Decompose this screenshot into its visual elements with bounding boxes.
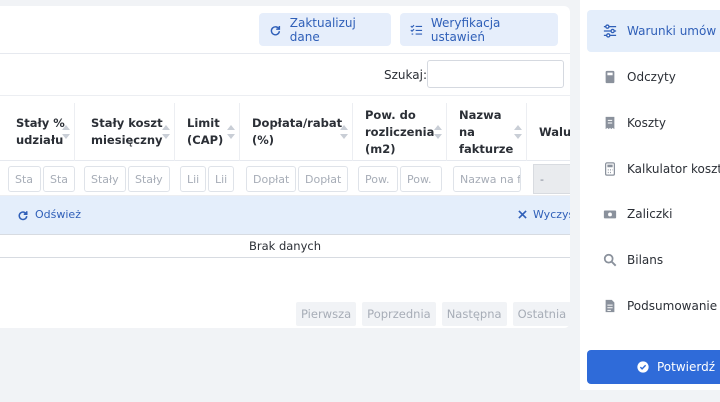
main-card: Zaktualizuj dane Weryfikacja ustawień Sz… [0, 6, 570, 328]
search-label: Szukaj: [384, 68, 427, 82]
filter-input[interactable]: Pow. [358, 166, 398, 192]
sidebar-item-readings[interactable]: Odczyty [587, 56, 720, 98]
sidebar: Warunki umów Odczyty Koszty Kalkulator k… [580, 0, 720, 390]
sidebar-item-label: Podsumowanie [627, 299, 718, 313]
filter-input[interactable]: Stały [128, 166, 170, 192]
filter-input[interactable]: Nazwa na f [453, 166, 521, 192]
sort-icon [62, 125, 70, 139]
sidebar-item-label: Bilans [627, 253, 664, 267]
column-header-fixed-share[interactable]: Stały % udziału [0, 103, 75, 161]
update-data-label: Zaktualizuj dane [289, 15, 356, 44]
filter-input[interactable]: Lii [180, 166, 206, 192]
sidebar-item-label: Odczyty [627, 70, 676, 84]
filter-actions-bar: Odśwież Wyczyść f [0, 196, 570, 234]
empty-table-message: Brak danych [0, 234, 570, 258]
sidebar-item-summary[interactable]: Podsumowanie [587, 285, 720, 327]
sort-icon [514, 125, 522, 139]
verify-settings-button[interactable]: Weryfikacja ustawień [400, 13, 558, 46]
sort-icon [227, 125, 235, 139]
refresh-icon [18, 210, 28, 220]
document-icon [605, 299, 615, 313]
currency-filter-select[interactable]: - [533, 164, 570, 194]
filter-input[interactable]: Pow. [400, 166, 442, 192]
column-header-limit[interactable]: Limit (CAP) [175, 103, 240, 161]
column-header-settlement-area[interactable]: Pow. do rozliczenia (m2) [353, 103, 447, 161]
clear-filters-label: Wyczyść f [533, 208, 570, 221]
check-circle-icon [637, 361, 649, 373]
confirm-button[interactable]: Potwierdź i [587, 350, 720, 384]
money-icon [603, 210, 617, 219]
sidebar-item-label: Koszty [627, 116, 666, 130]
table-header: Stały % udziału Stały koszt miesięczny L… [0, 103, 570, 161]
update-data-button[interactable]: Zaktualizuj dane [259, 13, 391, 46]
filter-row: Sta Sta Stały Stały Lii Lii Dopłat Dopła… [0, 161, 570, 196]
calculator-icon [605, 162, 615, 176]
filter-input[interactable]: Sta [43, 166, 75, 192]
meter-icon [605, 70, 615, 84]
refresh-icon [270, 25, 281, 35]
column-header-invoice-name[interactable]: Nazwa na fakturze [447, 103, 527, 161]
filter-input[interactable]: Dopłat [246, 166, 296, 192]
sidebar-item-label: Kalkulator kosztów [627, 162, 720, 176]
pagination-last-button[interactable]: Ostatnia [512, 302, 570, 326]
filter-input[interactable]: Dopłat [298, 166, 348, 192]
sort-icon [434, 125, 442, 139]
column-header-currency[interactable]: Waluta [527, 103, 570, 161]
refresh-label: Odśwież [35, 208, 81, 221]
filter-input[interactable]: Sta [8, 166, 41, 192]
receipt-icon [605, 116, 615, 130]
column-header-fixed-monthly-cost[interactable]: Stały koszt miesięczny [75, 103, 175, 161]
filter-input[interactable]: Stały [84, 166, 126, 192]
search-row: Szukaj: [0, 54, 570, 96]
sort-icon [340, 125, 348, 139]
filter-input[interactable]: Lii [208, 166, 234, 192]
toolbar: Zaktualizuj dane Weryfikacja ustawień [0, 6, 570, 54]
sidebar-item-contract-terms[interactable]: Warunki umów [587, 10, 720, 52]
sidebar-item-balance[interactable]: Bilans [587, 239, 720, 281]
pagination-first-button[interactable]: Pierwsza [296, 302, 357, 326]
column-header-surcharge[interactable]: Dopłata/rabat (%) [240, 103, 353, 161]
sliders-icon [603, 24, 617, 38]
refresh-button[interactable]: Odśwież [17, 208, 81, 221]
sidebar-item-advances[interactable]: Zaliczki [587, 193, 720, 235]
magnifier-icon [603, 253, 617, 267]
sidebar-item-cost-calculator[interactable]: Kalkulator kosztów [587, 148, 720, 190]
pagination: Pierwsza Poprzednia Następna Ostatnia [296, 302, 570, 326]
confirm-label: Potwierdź i [657, 360, 720, 374]
sidebar-item-label: Zaliczki [627, 207, 673, 221]
checklist-icon [410, 24, 423, 35]
verify-settings-label: Weryfikacja ustawień [430, 15, 501, 44]
search-input[interactable] [427, 60, 564, 88]
clear-filters-button[interactable]: Wyczyść f [518, 208, 570, 221]
close-icon [518, 210, 527, 219]
pagination-next-button[interactable]: Następna [441, 302, 507, 326]
pagination-previous-button[interactable]: Poprzednia [362, 302, 436, 326]
sidebar-item-costs[interactable]: Koszty [587, 102, 720, 144]
sidebar-item-label: Warunki umów [627, 24, 717, 38]
sort-icon [162, 125, 170, 139]
